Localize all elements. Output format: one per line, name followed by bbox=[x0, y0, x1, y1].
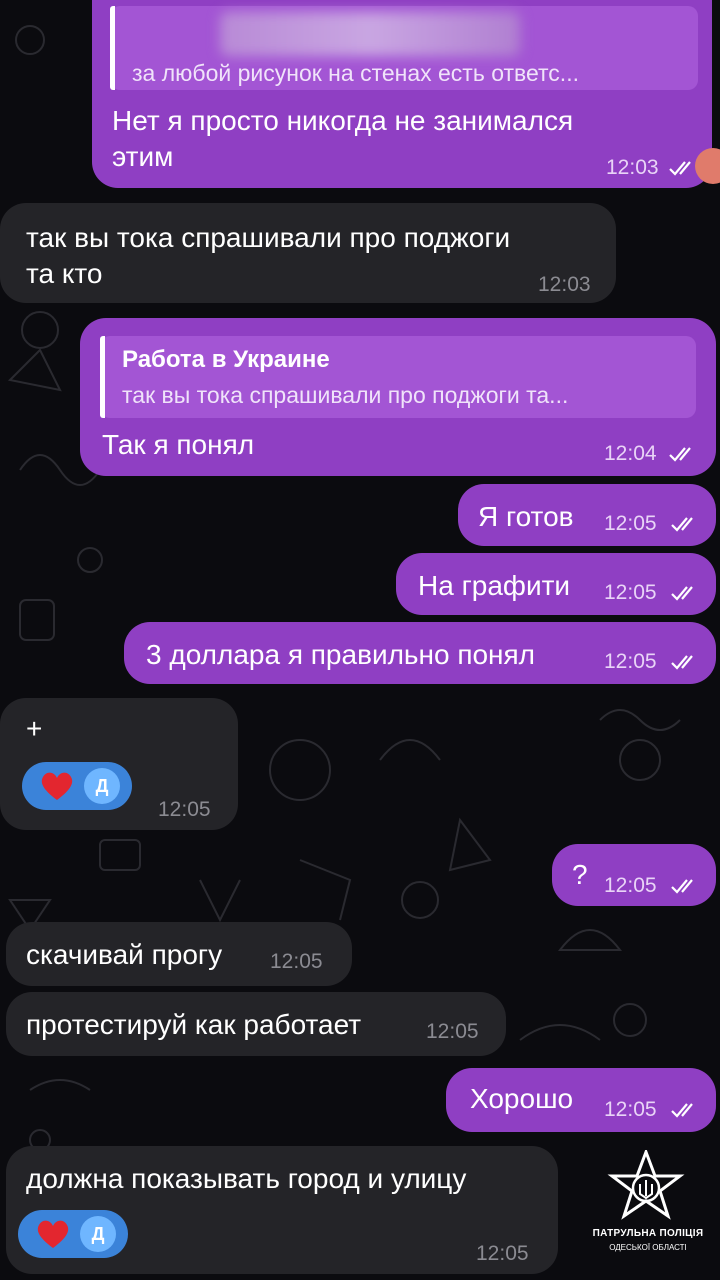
reply-text: так вы тока спрашивали про поджоги та... bbox=[122, 382, 569, 408]
message-time: 12:05 bbox=[604, 874, 657, 897]
reaction-badge[interactable]: Д bbox=[22, 762, 132, 810]
heart-icon bbox=[41, 772, 73, 800]
message-text: этим bbox=[112, 141, 174, 172]
message-time: 12:05 bbox=[604, 650, 657, 673]
reply-author: Работа в Украине bbox=[122, 346, 330, 373]
message-text: 3 доллара я правильно понял bbox=[146, 639, 536, 670]
watermark-subtitle: ОДЕСЬКОЇ ОБЛАСТІ bbox=[609, 1243, 687, 1252]
blurred-reply-author bbox=[220, 12, 520, 56]
reply-bar bbox=[100, 336, 105, 418]
message-text: Я готов bbox=[478, 501, 574, 532]
reactor-avatar: Д bbox=[84, 768, 120, 804]
heart-icon bbox=[37, 1220, 69, 1248]
message-text: Так я понял bbox=[102, 429, 255, 460]
message-text: Хорошо bbox=[470, 1083, 574, 1114]
message-text: На графити bbox=[418, 570, 571, 601]
message-time: 12:03 bbox=[606, 156, 659, 179]
message-text: Нет я просто никогда не занимался bbox=[112, 105, 574, 136]
message-text: протестируй как работает bbox=[26, 1009, 362, 1040]
reaction-badge[interactable]: Д bbox=[18, 1210, 128, 1258]
message-time: 12:04 bbox=[604, 442, 657, 465]
message-time: 12:05 bbox=[426, 1020, 479, 1043]
message-time: 12:05 bbox=[270, 950, 323, 973]
outgoing-message[interactable]: Работа в Украине так вы тока спрашивали … bbox=[80, 318, 716, 476]
message-time: 12:05 bbox=[604, 1098, 657, 1121]
outgoing-message[interactable]: 3 доллара я правильно понял 12:05 bbox=[124, 622, 716, 684]
outgoing-message[interactable]: ? 12:05 bbox=[552, 844, 716, 906]
message-text: та кто bbox=[26, 258, 103, 289]
double-check-icon bbox=[671, 586, 693, 601]
watermark-title: ПАТРУЛЬНА ПОЛІЦІЯ bbox=[592, 1228, 704, 1239]
reply-text: за любой рисунок на стенах есть ответс..… bbox=[132, 60, 579, 86]
double-check-icon bbox=[671, 1103, 693, 1118]
outgoing-message[interactable]: Хорошо 12:05 bbox=[446, 1068, 716, 1132]
double-check-icon bbox=[671, 517, 693, 532]
message-text: ? bbox=[572, 859, 588, 890]
reply-preview[interactable]: за любой рисунок на стенах есть ответс..… bbox=[110, 6, 698, 90]
double-check-icon bbox=[669, 161, 691, 176]
incoming-message[interactable]: + Д 12:05 bbox=[0, 698, 238, 830]
message-time: 12:05 bbox=[476, 1242, 529, 1265]
message-time: 12:05 bbox=[158, 798, 211, 821]
message-text: скачивай прогу bbox=[26, 939, 223, 970]
incoming-message[interactable]: протестируй как работает 12:05 bbox=[6, 992, 506, 1056]
message-time: 12:03 bbox=[538, 273, 591, 296]
double-check-icon bbox=[669, 447, 691, 462]
message-time: 12:05 bbox=[604, 581, 657, 604]
incoming-message[interactable]: должна показывать город и улицу Д 12:05 bbox=[6, 1146, 558, 1274]
reactor-avatar: Д bbox=[80, 1216, 116, 1252]
double-check-icon bbox=[671, 655, 693, 670]
double-check-icon bbox=[671, 879, 693, 894]
message-time: 12:05 bbox=[604, 512, 657, 535]
outgoing-message[interactable]: за любой рисунок на стенах есть ответс..… bbox=[92, 0, 712, 188]
reply-preview[interactable]: Работа в Украине так вы тока спрашивали … bbox=[100, 336, 696, 418]
message-text: так вы тока спрашивали про поджоги bbox=[26, 222, 511, 253]
incoming-message[interactable]: скачивай прогу 12:05 bbox=[6, 922, 352, 986]
outgoing-message[interactable]: На графити 12:05 bbox=[396, 553, 716, 615]
outgoing-message[interactable]: Я готов 12:05 bbox=[458, 484, 716, 546]
incoming-message[interactable]: так вы тока спрашивали про поджоги та кт… bbox=[0, 203, 616, 303]
message-text: + bbox=[26, 713, 43, 744]
message-text: должна показывать город и улицу bbox=[26, 1163, 467, 1194]
reply-bar bbox=[110, 6, 115, 90]
